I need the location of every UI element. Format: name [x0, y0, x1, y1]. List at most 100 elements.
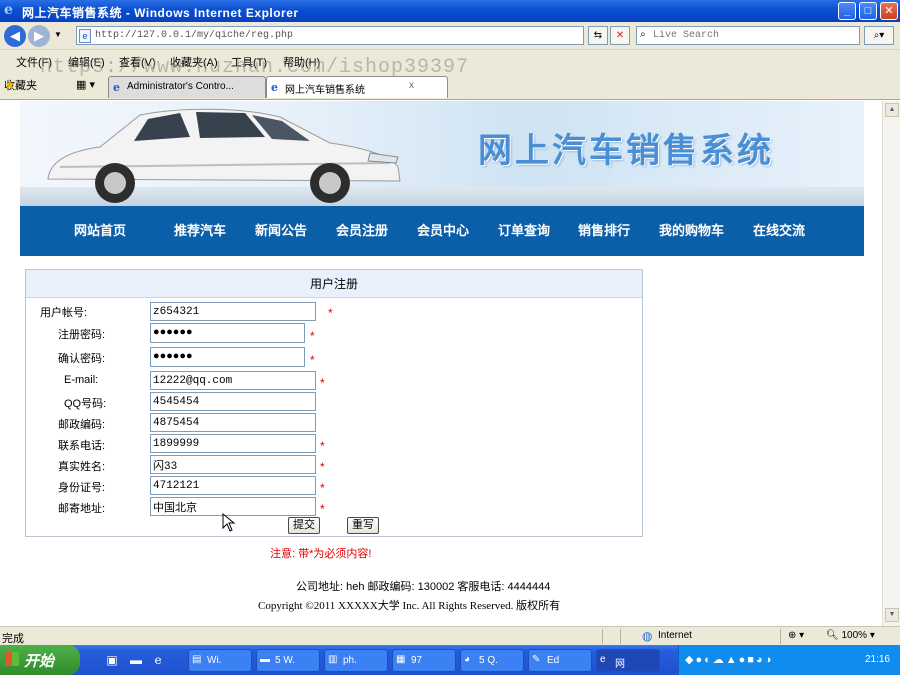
- tray-icons[interactable]: ◆●◐☁▲●■◕◑: [685, 653, 773, 666]
- page-icon: e: [79, 29, 91, 43]
- site-banner: 网上汽车销售系统: [20, 101, 864, 206]
- nav-online-chat[interactable]: 在线交流: [753, 220, 805, 239]
- system-tray: ◆●◐☁▲●■◕◑ 21:16: [678, 645, 900, 675]
- start-button[interactable]: 开始: [0, 645, 80, 675]
- scroll-down-icon[interactable]: ▼: [885, 608, 899, 622]
- required-mark: *: [310, 353, 315, 367]
- label-confirm-password: 确认密码:: [58, 353, 106, 365]
- taskbar-item[interactable]: ▬ 5 W.: [256, 649, 320, 672]
- qq-icon: ◕: [464, 654, 471, 665]
- back-arrow-icon[interactable]: ◀: [4, 25, 26, 47]
- taskbar-label: 网: [615, 659, 625, 670]
- clock: 21:16: [864, 654, 890, 665]
- zoom-level: 100%: [841, 630, 868, 641]
- folder-icon[interactable]: ▬: [128, 652, 144, 668]
- history-dropdown-icon[interactable]: ▼: [54, 30, 62, 39]
- label-mailing-address: 邮寄地址:: [58, 503, 106, 515]
- show-desktop-icon[interactable]: ▣: [104, 652, 120, 668]
- reset-button[interactable]: 重写: [347, 517, 379, 534]
- globe-icon: ◍: [642, 629, 653, 643]
- quick-tabs-icon[interactable]: ▦ ▾: [76, 78, 95, 91]
- taskbar-item[interactable]: ▥ ph.: [324, 649, 388, 672]
- nav-shopping-cart[interactable]: 我的购物车: [659, 220, 724, 239]
- window-icon: ▤: [192, 654, 202, 665]
- postcode-field[interactable]: [150, 413, 316, 432]
- real-name-field[interactable]: [150, 455, 316, 474]
- vertical-scrollbar[interactable]: ▲ ▼: [882, 101, 900, 626]
- search-box[interactable]: ⌕: [636, 26, 860, 45]
- required-notice: 注意: 带*为必须内容!: [270, 548, 372, 560]
- taskbar-label: Ed: [547, 655, 560, 666]
- ie-icon: e: [4, 2, 13, 18]
- taskbar-label: ph.: [343, 655, 357, 666]
- nav-home[interactable]: 网站首页: [74, 220, 126, 239]
- protected-mode-icon[interactable]: ⊕ ▾: [788, 630, 804, 641]
- taskbar-item[interactable]: ▤ Wi.: [188, 649, 252, 672]
- refresh-icon[interactable]: ⇆: [588, 26, 608, 45]
- car-image: [47, 108, 401, 203]
- start-label: 开始: [24, 653, 55, 670]
- tab-label: 网上汽车销售系统: [285, 85, 365, 96]
- editor-icon: ✎: [532, 654, 541, 665]
- required-mark: *: [328, 306, 333, 320]
- tab-close-icon[interactable]: x: [409, 80, 414, 91]
- nav-order-query[interactable]: 订单查询: [498, 220, 550, 239]
- status-divider: [602, 629, 603, 644]
- taskbar-item[interactable]: ◕ 5 Q.: [460, 649, 524, 672]
- required-mark: *: [320, 439, 325, 453]
- taskbar-item[interactable]: ▦ 97: [392, 649, 456, 672]
- page-viewport: 网上汽车销售系统 网站首页 推荐汽车 新闻公告 会员注册 会员中心 订单查询 销…: [0, 101, 882, 626]
- nav-register[interactable]: 会员注册: [336, 220, 388, 239]
- submit-button[interactable]: 提交: [288, 517, 320, 534]
- label-id-number: 身份证号:: [58, 482, 106, 494]
- confirm-password-field[interactable]: [150, 347, 305, 367]
- label-phone: 联系电话:: [58, 440, 106, 452]
- phone-field[interactable]: [150, 434, 316, 453]
- zoom-control[interactable]: 🔍︎ 100% ▾: [826, 630, 875, 641]
- registration-heading: 用户注册: [26, 270, 642, 298]
- label-real-name: 真实姓名:: [58, 461, 106, 473]
- window-title: 网上汽车销售系统 - Windows Internet Explorer: [22, 6, 299, 20]
- stop-icon[interactable]: ✕: [610, 26, 630, 45]
- label-password: 注册密码:: [58, 329, 106, 341]
- username-field[interactable]: [150, 302, 316, 321]
- site-title: 网上汽车销售系统: [478, 131, 774, 171]
- footer-copyright: Copyright ©2011 XXXXX大学 Inc. All Rights …: [258, 600, 561, 612]
- required-mark: *: [320, 376, 325, 390]
- registration-panel: 用户注册 用户帐号: * 注册密码: * 确认密码: * E-mail: * Q…: [25, 269, 643, 537]
- address-bar[interactable]: e: [76, 26, 584, 45]
- taskbar-label: 5 W.: [275, 655, 296, 666]
- ie-quicklaunch-icon[interactable]: e: [150, 652, 166, 668]
- favorites-button[interactable]: ★ 收藏夹: [4, 77, 37, 93]
- folder-icon: ▬: [260, 654, 270, 665]
- document-icon: ▥: [328, 654, 338, 665]
- tab-car-sales[interactable]: e 网上汽车销售系统 x: [266, 76, 448, 98]
- taskbar-label: 5 Q.: [479, 655, 498, 666]
- minimize-button[interactable]: _: [838, 2, 856, 20]
- search-provider-icon: ⌕: [640, 29, 646, 40]
- nav-sales-ranking[interactable]: 销售排行: [578, 220, 630, 239]
- password-field[interactable]: [150, 323, 305, 343]
- id-number-field[interactable]: [150, 476, 316, 495]
- label-qq: QQ号码:: [64, 398, 107, 410]
- taskbar-item[interactable]: ✎ Ed: [528, 649, 592, 672]
- forward-arrow-icon[interactable]: ▶: [28, 25, 50, 47]
- address-input[interactable]: [95, 28, 565, 43]
- star-icon: ★: [4, 77, 16, 92]
- email-field[interactable]: [150, 371, 316, 390]
- taskbar-item-active[interactable]: e网: [596, 649, 660, 672]
- maximize-button[interactable]: □: [859, 2, 877, 20]
- search-input[interactable]: [653, 28, 853, 43]
- taskbar-label: Wi.: [207, 655, 222, 666]
- nav-member-center[interactable]: 会员中心: [417, 220, 469, 239]
- qq-field[interactable]: [150, 392, 316, 411]
- close-button[interactable]: ✕: [880, 2, 898, 20]
- tab-admin-control[interactable]: e Administrator's Contro...: [108, 76, 266, 98]
- search-icon[interactable]: ⌕▾: [864, 26, 894, 45]
- nav-news[interactable]: 新闻公告: [255, 220, 307, 239]
- ie-tab-icon: e: [271, 81, 278, 94]
- nav-recommended-cars[interactable]: 推荐汽车: [174, 220, 226, 239]
- footer-address: 公司地址: heh 邮政编码: 130002 客服电话: 4444444: [296, 581, 551, 593]
- status-bar: 完成 ◍ Internet ⊕ ▾ 🔍︎ 100% ▾: [0, 626, 900, 645]
- scroll-up-icon[interactable]: ▲: [885, 103, 899, 117]
